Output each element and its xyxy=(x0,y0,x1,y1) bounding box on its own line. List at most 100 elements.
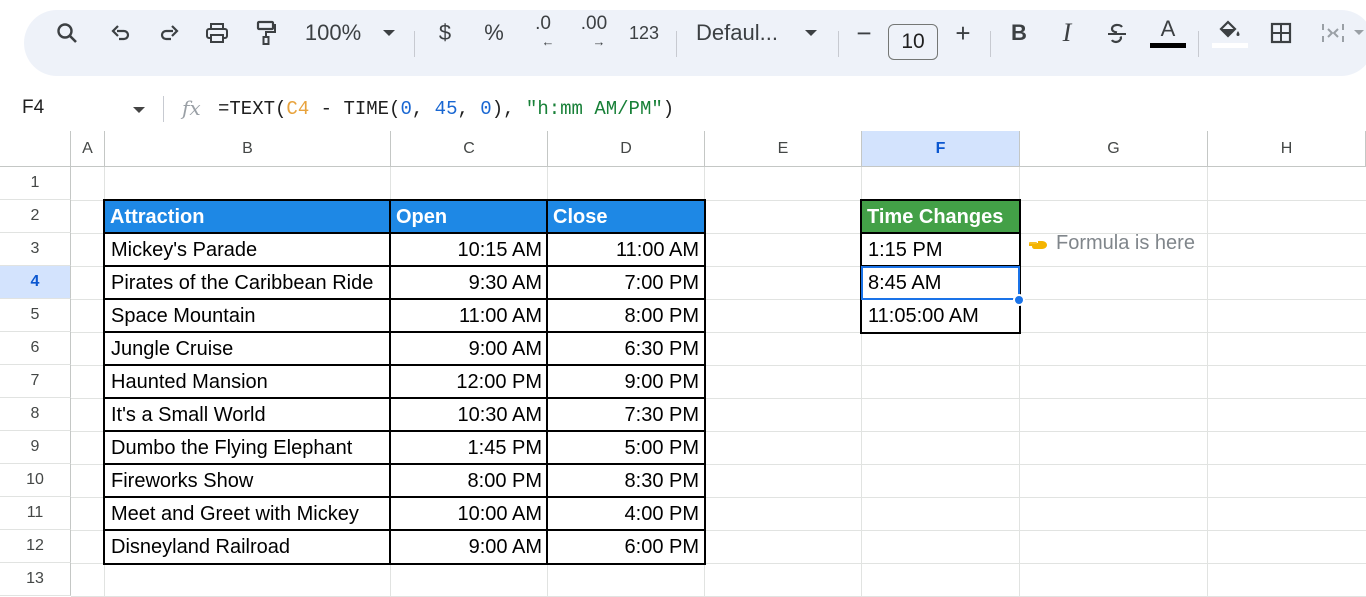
column-header-e[interactable]: E xyxy=(705,131,862,167)
merge-cells-button[interactable] xyxy=(1318,0,1348,66)
fill-color-button[interactable] xyxy=(1210,0,1250,66)
name-box-dropdown-icon[interactable] xyxy=(133,107,145,113)
row-header-4[interactable]: 4 xyxy=(0,266,71,299)
time-change-cell[interactable]: 1:15 PM xyxy=(863,234,1019,267)
fill-handle[interactable] xyxy=(1013,294,1025,306)
table-cell-close[interactable]: 7:00 PM xyxy=(548,267,704,300)
merge-dropdown-icon[interactable] xyxy=(1352,0,1366,66)
italic-button[interactable]: I xyxy=(1054,0,1080,66)
row-header-6[interactable]: 6 xyxy=(0,332,71,365)
row-header-1[interactable]: 1 xyxy=(0,167,71,200)
table-header-close[interactable]: Close xyxy=(548,201,704,234)
row-header-5[interactable]: 5 xyxy=(0,299,71,332)
formula-part: ) xyxy=(662,98,675,120)
font-family-select[interactable]: Defaul... xyxy=(696,0,786,66)
borders-button[interactable] xyxy=(1266,0,1296,66)
toolbar-divider xyxy=(1198,31,1199,57)
paint-format-icon[interactable] xyxy=(251,0,281,66)
fx-icon: fx xyxy=(182,96,201,120)
table-header-attraction[interactable]: Attraction xyxy=(105,201,390,234)
table-cell-attraction[interactable]: Mickey's Parade xyxy=(106,234,390,267)
time-changes-header[interactable]: Time Changes xyxy=(862,201,1019,234)
bold-button[interactable]: B xyxy=(1006,0,1032,66)
search-menus-icon[interactable] xyxy=(52,0,82,66)
paint-bucket-icon xyxy=(1219,19,1240,38)
table-cell-open[interactable]: 9:00 AM xyxy=(391,531,547,564)
table-cell-close[interactable]: 9:00 PM xyxy=(548,366,704,399)
undo-icon[interactable] xyxy=(106,0,136,66)
table-cell-close[interactable]: 6:30 PM xyxy=(548,333,704,366)
table-cell-close[interactable]: 8:30 PM xyxy=(548,465,704,498)
table-cell-attraction[interactable]: Fireworks Show xyxy=(106,465,390,498)
column-header-c[interactable]: C xyxy=(391,131,548,167)
font-size-input[interactable]: 10 xyxy=(888,24,938,60)
table-cell-attraction[interactable]: Meet and Greet with Mickey xyxy=(106,498,390,531)
table-cell-attraction[interactable]: Dumbo the Flying Elephant xyxy=(106,432,390,465)
table-cell-attraction[interactable]: Pirates of the Caribbean Ride xyxy=(106,267,390,300)
row-header-9[interactable]: 9 xyxy=(0,431,71,464)
table-border-line xyxy=(389,199,391,565)
row-header-13[interactable]: 13 xyxy=(0,563,71,596)
formula-input[interactable]: =TEXT(C4 - TIME(0, 45, 0), "h:mm AM/PM") xyxy=(218,98,674,120)
row-header-7[interactable]: 7 xyxy=(0,365,71,398)
time-change-cell[interactable]: 11:05:00 AM xyxy=(863,300,1019,333)
table-cell-open[interactable]: 10:00 AM xyxy=(391,498,547,531)
table-cell-close[interactable]: 5:00 PM xyxy=(548,432,704,465)
row-header-12[interactable]: 12 xyxy=(0,530,71,563)
row-header-10[interactable]: 10 xyxy=(0,464,71,497)
table-cell-attraction[interactable]: Space Mountain xyxy=(106,300,390,333)
table-cell-close[interactable]: 11:00 AM xyxy=(548,234,704,267)
table-cell-close[interactable]: 6:00 PM xyxy=(548,531,704,564)
borders-icon xyxy=(1270,22,1292,44)
increase-font-size-button[interactable]: + xyxy=(950,0,976,66)
table-border-line xyxy=(103,298,706,300)
font-dropdown-icon[interactable] xyxy=(800,0,822,66)
spreadsheet-grid[interactable]: A B C D E F G H 1 2 3 4 5 6 7 8 9 10 11 … xyxy=(0,131,1366,597)
table-cell-attraction[interactable]: It's a Small World xyxy=(106,399,390,432)
table-cell-attraction[interactable]: Jungle Cruise xyxy=(106,333,390,366)
print-icon[interactable] xyxy=(202,0,232,66)
table-cell-close[interactable]: 8:00 PM xyxy=(548,300,704,333)
table-border-line xyxy=(103,232,706,234)
percent-format-button[interactable]: % xyxy=(480,0,508,66)
table-cell-open[interactable]: 9:30 AM xyxy=(391,267,547,300)
name-box[interactable]: F4 xyxy=(22,97,44,119)
column-header-f[interactable]: F xyxy=(862,131,1020,167)
text-color-button[interactable]: A xyxy=(1148,0,1188,66)
table-cell-open[interactable]: 1:45 PM xyxy=(391,432,547,465)
select-all-corner[interactable] xyxy=(0,131,71,167)
table-header-open[interactable]: Open xyxy=(391,201,547,234)
zoom-dropdown-icon[interactable] xyxy=(378,0,400,66)
arrow-right-icon: → xyxy=(592,34,606,49)
table-cell-attraction[interactable]: Disneyland Railroad xyxy=(106,531,390,564)
table-cell-close[interactable]: 4:00 PM xyxy=(548,498,704,531)
table-cell-close[interactable]: 7:30 PM xyxy=(548,399,704,432)
row-header-2[interactable]: 2 xyxy=(0,200,71,233)
column-header-g[interactable]: G xyxy=(1020,131,1208,167)
decrease-decimal-button[interactable]: .0 ← xyxy=(526,0,560,66)
table-cell-open[interactable]: 9:00 AM xyxy=(391,333,547,366)
table-border-line xyxy=(103,463,706,465)
column-header-h[interactable]: H xyxy=(1208,131,1366,167)
column-header-a[interactable]: A xyxy=(71,131,105,167)
toolbar-divider xyxy=(676,31,677,57)
row-header-8[interactable]: 8 xyxy=(0,398,71,431)
table-cell-open[interactable]: 11:00 AM xyxy=(391,300,547,333)
table-cell-open[interactable]: 10:15 AM xyxy=(391,234,547,267)
more-formats-button[interactable]: 123 xyxy=(626,0,662,66)
decrease-font-size-button[interactable]: − xyxy=(852,0,876,66)
redo-icon[interactable] xyxy=(154,0,184,66)
strikethrough-button[interactable] xyxy=(1102,0,1132,66)
row-header-11[interactable]: 11 xyxy=(0,497,71,530)
zoom-select[interactable]: 100% xyxy=(300,0,366,66)
table-cell-open[interactable]: 12:00 PM xyxy=(391,366,547,399)
table-cell-attraction[interactable]: Haunted Mansion xyxy=(106,366,390,399)
column-header-b[interactable]: B xyxy=(105,131,391,167)
table-border-line xyxy=(103,331,706,333)
currency-format-button[interactable]: $ xyxy=(432,0,458,66)
increase-decimal-button[interactable]: .00 → xyxy=(576,0,612,66)
table-cell-open[interactable]: 8:00 PM xyxy=(391,465,547,498)
row-header-3[interactable]: 3 xyxy=(0,233,71,266)
table-cell-open[interactable]: 10:30 AM xyxy=(391,399,547,432)
column-header-d[interactable]: D xyxy=(548,131,705,167)
